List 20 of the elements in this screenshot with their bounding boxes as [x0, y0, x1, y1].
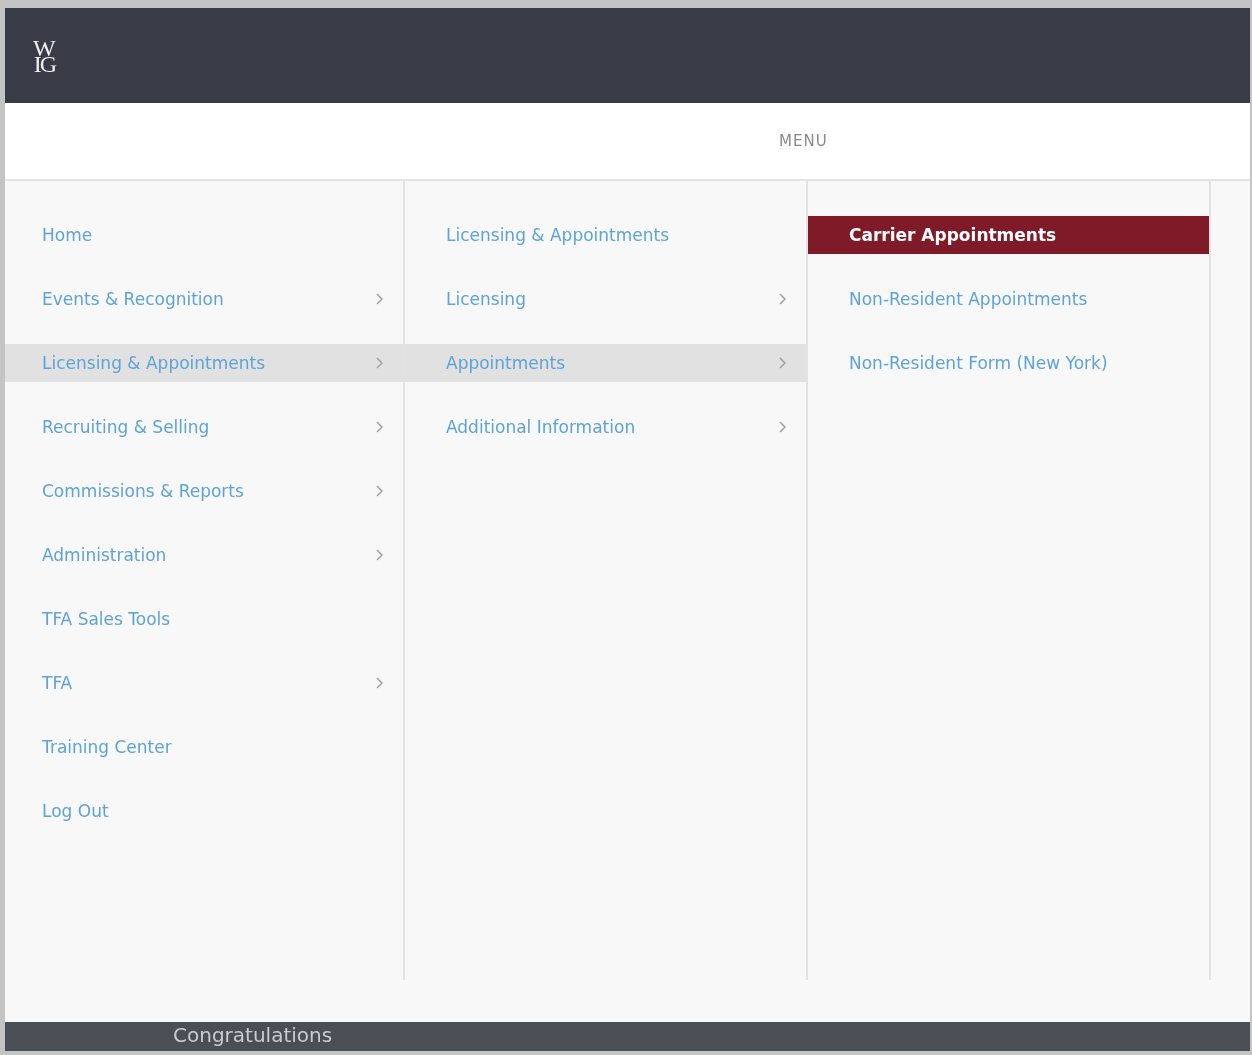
heading-text: Congratulations — [173, 1023, 333, 1047]
menu-item[interactable]: Events & Recognition — [5, 280, 403, 318]
menu-item[interactable]: Training Center — [5, 728, 403, 766]
menu-item[interactable]: Non-Resident Appointments — [808, 280, 1209, 318]
menu-title: MENU — [779, 132, 828, 150]
menu-item[interactable]: Commissions & Reports — [5, 472, 403, 510]
menu-item[interactable]: Home — [5, 216, 403, 254]
menu-item[interactable]: Licensing & Appointments — [5, 344, 403, 382]
menu-item[interactable]: Recruiting & Selling — [5, 408, 403, 446]
menu-item[interactable]: Administration — [5, 536, 403, 574]
menu-item[interactable]: TFA Sales Tools — [5, 600, 403, 638]
logo[interactable]: W IG — [33, 39, 56, 72]
menu-item[interactable]: Licensing — [405, 280, 806, 318]
menu-item[interactable]: TFA — [5, 664, 403, 702]
menu-item[interactable]: Additional Information — [405, 408, 806, 446]
menu-item[interactable]: Licensing & Appointments — [405, 216, 806, 254]
menu-item[interactable]: Appointments — [405, 344, 806, 382]
menu-item[interactable]: Log Out — [5, 792, 403, 830]
menu-item[interactable]: Carrier Appointments — [808, 216, 1209, 254]
menu-item[interactable]: Non-Resident Form (New York) — [808, 344, 1209, 382]
